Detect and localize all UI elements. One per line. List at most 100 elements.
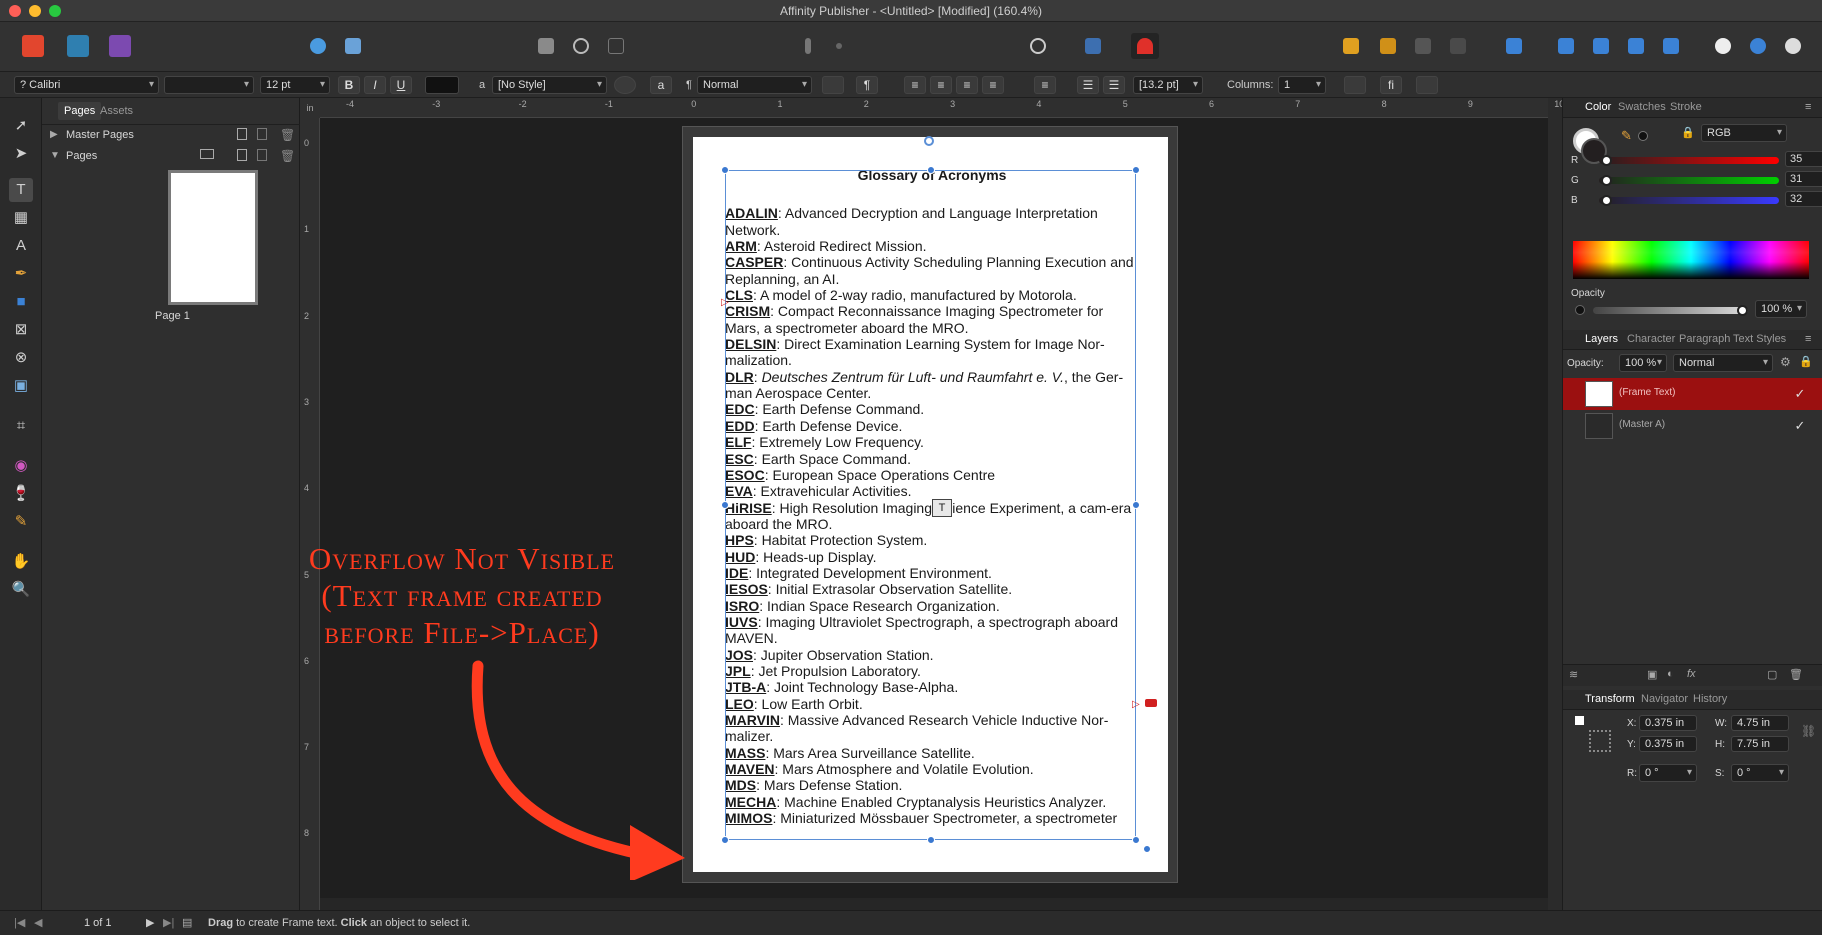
zoom-tool-icon[interactable]: 🔍 <box>9 578 33 602</box>
bold-button[interactable]: B <box>338 76 360 94</box>
delete-layer-icon[interactable]: 🗑 <box>1789 668 1803 681</box>
fx-icon[interactable]: fx <box>1687 668 1696 680</box>
frame-handle-tl[interactable] <box>721 166 729 174</box>
boolean-intersect-icon[interactable] <box>1779 33 1807 59</box>
layer-row[interactable]: (Master A) ✓ <box>1563 410 1822 442</box>
delete-master-icon[interactable]: 🗑 <box>280 128 295 142</box>
b-slider[interactable] <box>1599 195 1779 206</box>
arrange-front-icon[interactable] <box>1337 33 1365 59</box>
text-frame[interactable] <box>725 170 1136 840</box>
clear-para-style-icon[interactable] <box>822 76 844 94</box>
tab-text-styles[interactable]: Text Styles <box>1733 333 1786 345</box>
bleed-icon[interactable] <box>602 33 630 59</box>
tab-paragraph[interactable]: Paragraph <box>1679 333 1730 345</box>
crop-tool-icon[interactable]: ⌗ <box>9 414 33 438</box>
boolean-add-icon[interactable] <box>1709 33 1737 59</box>
table-tool-icon[interactable]: ▦ <box>9 206 33 230</box>
view-mode-icon[interactable] <box>532 33 560 59</box>
layer-visibility-checkbox[interactable]: ✓ <box>1793 387 1807 401</box>
align-right-text-icon[interactable]: ≡ <box>956 76 978 94</box>
page-box-icon[interactable]: ▤ <box>182 911 192 935</box>
color-picker-tool-icon[interactable]: ◉ <box>9 454 33 478</box>
boolean-subtract-icon[interactable] <box>1744 33 1772 59</box>
anchor-point-selector[interactable] <box>1573 714 1613 754</box>
pin-icon[interactable] <box>794 33 822 59</box>
page-spread-icon[interactable] <box>200 149 214 159</box>
g-value[interactable]: 31 <box>1785 171 1822 187</box>
tab-transform[interactable]: Transform <box>1585 693 1635 705</box>
text-flow-out-icon[interactable]: ▷ <box>1132 699 1140 710</box>
frame-handle-tr[interactable] <box>1132 166 1140 174</box>
frame-handle-ml[interactable] <box>721 501 729 509</box>
last-page-icon[interactable]: ▶| <box>163 911 174 935</box>
tab-assets[interactable]: Assets <box>94 102 139 120</box>
left-ruler[interactable]: 012345678 <box>300 118 320 910</box>
add-page-icon[interactable] <box>237 149 247 161</box>
eyedropper-tool-icon[interactable]: ✎ <box>9 510 33 534</box>
text-flow-in-icon[interactable]: ▷ <box>721 297 729 308</box>
paste-icon[interactable] <box>339 33 367 59</box>
r-slider[interactable] <box>1599 155 1779 166</box>
opacity-slider[interactable] <box>1593 305 1748 316</box>
first-page-icon[interactable]: |◀ <box>14 911 25 935</box>
top-ruler[interactable]: -4 -3 -2 -1 0 1 2 3 4 5 6 7 8 9 10 <box>320 98 1564 118</box>
r-value[interactable]: 35 <box>1785 151 1822 167</box>
ruler-origin[interactable]: in <box>300 98 320 118</box>
adjustment-icon[interactable]: ◐ <box>1667 668 1674 680</box>
studio-link-icon[interactable] <box>304 33 332 59</box>
tab-navigator[interactable]: Navigator <box>1641 693 1688 705</box>
zoom-window-button[interactable] <box>49 5 61 17</box>
page-thumbnail[interactable] <box>168 170 258 305</box>
align-left-icon[interactable] <box>1500 33 1528 59</box>
frame-handle-br[interactable] <box>1132 836 1140 844</box>
font-size-select[interactable]: 12 pt <box>260 76 330 94</box>
frame-handle-bm[interactable] <box>927 836 935 844</box>
tab-history[interactable]: History <box>1693 693 1727 705</box>
color-picker-icon[interactable]: ✎ <box>1621 128 1632 144</box>
fill-tool-icon[interactable]: 🍷 <box>9 482 33 506</box>
snapping-magnet-icon[interactable] <box>1131 33 1159 59</box>
arrange-back-icon[interactable] <box>1444 33 1472 59</box>
layer-visibility-checkbox[interactable]: ✓ <box>1793 419 1807 433</box>
text-color-swatch[interactable] <box>425 76 459 94</box>
layer-lock-icon[interactable]: 🔒 <box>1799 355 1813 368</box>
prev-page-icon[interactable]: ◀ <box>34 911 42 935</box>
vertical-align-icon[interactable]: ≡ <box>1034 76 1056 94</box>
underline-button[interactable]: U <box>390 76 412 94</box>
color-spectrum[interactable] <box>1573 241 1809 279</box>
layers-stack-icon[interactable]: ≋ <box>1569 668 1578 681</box>
y-field[interactable]: 0.375 in <box>1639 736 1697 752</box>
arrange-backward-icon[interactable] <box>1409 33 1437 59</box>
pen-tool-icon[interactable]: ✒ <box>9 262 33 286</box>
tab-swatches[interactable]: Swatches <box>1618 101 1666 113</box>
picture-frame-tool-icon[interactable]: ⊠ <box>9 318 33 342</box>
h-field[interactable]: 7.75 in <box>1731 736 1789 752</box>
preview-icon[interactable] <box>567 33 595 59</box>
layers-menu-icon[interactable]: ≡ <box>1805 333 1811 345</box>
tab-character[interactable]: Character <box>1627 333 1675 345</box>
paragraph-style-select[interactable]: Normal <box>697 76 812 94</box>
font-style-select[interactable] <box>164 76 254 94</box>
artistic-text-tool-icon[interactable]: A <box>9 234 33 258</box>
paragraph-panel-button[interactable]: ¶ <box>856 76 878 94</box>
rotate-handle[interactable] <box>924 136 934 146</box>
b-value[interactable]: 32 <box>1785 191 1822 207</box>
publisher-persona-button[interactable] <box>19 33 47 59</box>
justify-text-icon[interactable]: ≡ <box>982 76 1004 94</box>
mask-icon[interactable]: ▣ <box>1647 668 1657 681</box>
show-special-chars-icon[interactable] <box>1416 76 1438 94</box>
duplicate-master-icon[interactable] <box>257 128 267 140</box>
align-left-text-icon[interactable]: ≡ <box>904 76 926 94</box>
node-tool-icon[interactable]: ➤ <box>9 142 33 166</box>
flip-vertical-icon[interactable] <box>1587 33 1615 59</box>
italic-button[interactable]: I <box>364 76 386 94</box>
frame-handle-mr[interactable] <box>1132 501 1140 509</box>
delete-page-icon[interactable]: 🗑 <box>280 149 295 163</box>
frame-handle-bl[interactable] <box>721 836 729 844</box>
link-aspect-icon[interactable]: ⛓ <box>1801 724 1816 738</box>
minimize-window-button[interactable] <box>29 5 41 17</box>
preflight-icon[interactable] <box>1024 33 1052 59</box>
x-field[interactable]: 0.375 in <box>1639 715 1697 731</box>
frame-handle-tm[interactable] <box>927 166 935 174</box>
lock-icon[interactable]: 🔒 <box>1681 126 1695 139</box>
